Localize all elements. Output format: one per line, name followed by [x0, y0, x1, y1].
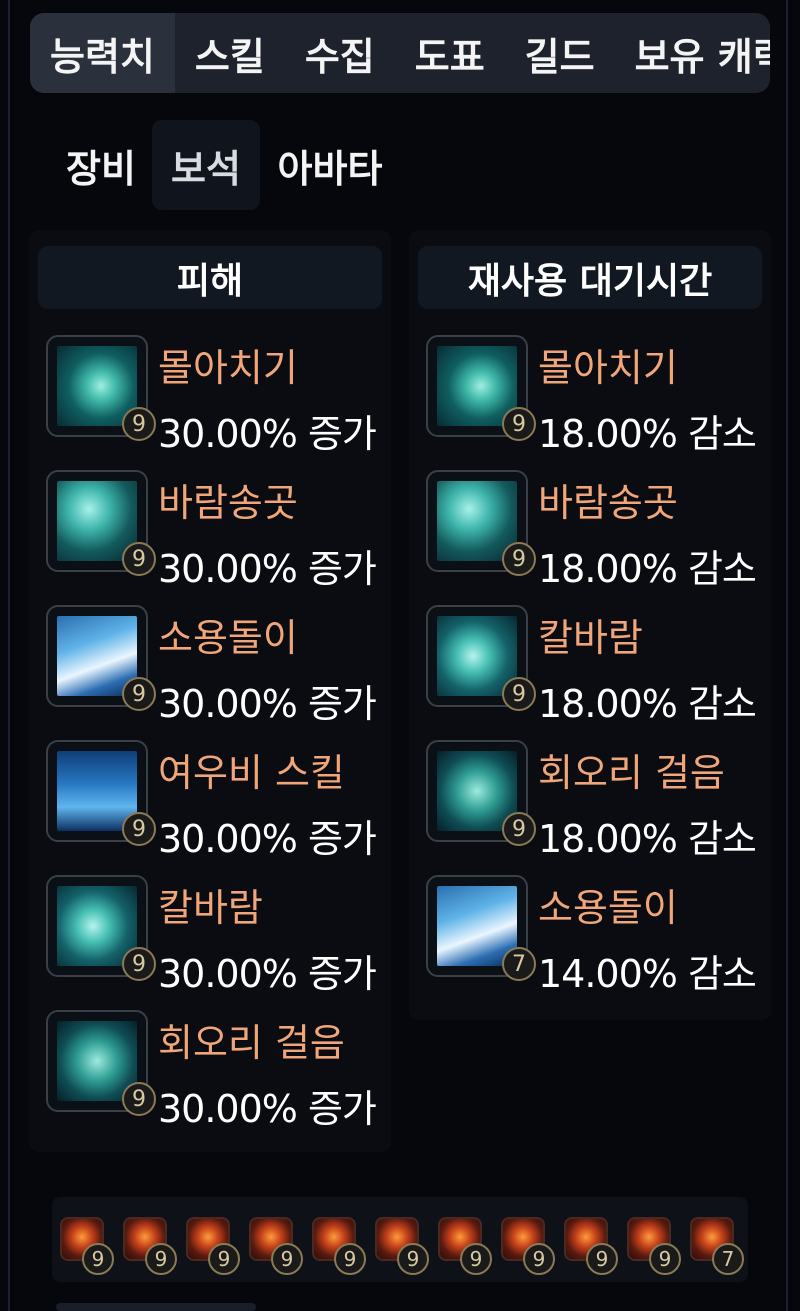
equipped-gem[interactable]: 7 [690, 1217, 744, 1277]
gem-skill-name: 회오리 걸음 [158, 1021, 345, 1065]
equipped-gem[interactable]: 9 [501, 1217, 555, 1277]
equipped-gem-strip: 99999999997 [52, 1197, 748, 1282]
gem-effect-value: 30.00% 증가 [158, 682, 377, 726]
gem-level-badge: 9 [122, 947, 156, 981]
cooldown-gem-panel: 재사용 대기시간 9 몰아치기 18.00% 감소 9 바람송곳 18.00% 감소 9 칼바… [409, 230, 771, 1020]
tab-skills[interactable]: 스킬 [175, 13, 285, 93]
equipped-gem[interactable]: 9 [375, 1217, 429, 1277]
cooldown-gem-row[interactable]: 7 소용돌이 14.00% 감소 [426, 875, 757, 996]
cooldown-panel-title: 재사용 대기시간 [418, 246, 762, 309]
gem-skill-name: 바람송곳 [158, 481, 298, 525]
gem-skill-name: 칼바람 [538, 616, 643, 660]
frame-border-left [8, 0, 10, 1311]
frame-border-right [786, 0, 788, 1311]
equipped-gem[interactable]: 9 [249, 1217, 303, 1277]
gem-effect-value: 18.00% 감소 [538, 817, 757, 861]
gem-effect-value: 18.00% 감소 [538, 547, 757, 591]
sub-tab-bar: 장비 보석 아바타 [50, 120, 400, 210]
gem-skill-name: 몰아치기 [538, 346, 678, 390]
damage-gem-row[interactable]: 9 바람송곳 30.00% 증가 [46, 470, 377, 591]
gem-skill-name: 회오리 걸음 [538, 751, 725, 795]
gem-effect-value: 30.00% 증가 [158, 1087, 377, 1131]
equipped-gem[interactable]: 9 [564, 1217, 618, 1277]
gem-level-badge: 9 [208, 1243, 240, 1275]
cooldown-gem-row[interactable]: 9 칼바람 18.00% 감소 [426, 605, 757, 726]
gem-effect-value: 18.00% 감소 [538, 682, 757, 726]
gem-level-badge: 9 [502, 542, 536, 576]
equipped-gem[interactable]: 9 [312, 1217, 366, 1277]
gem-level-badge: 9 [122, 812, 156, 846]
damage-panel-title: 피해 [38, 246, 382, 309]
tab-guild[interactable]: 길드 [505, 13, 615, 93]
gem-skill-name: 소용돌이 [538, 886, 678, 930]
gem-effect-value: 30.00% 증가 [158, 817, 377, 861]
damage-gem-row[interactable]: 9 소용돌이 30.00% 증가 [46, 605, 377, 726]
tab-owned-characters[interactable]: 보유 캐릭 [615, 13, 770, 93]
gem-level-badge: 9 [122, 407, 156, 441]
gem-level-badge: 9 [334, 1243, 366, 1275]
gem-level-badge: 9 [122, 542, 156, 576]
gem-level-badge: 9 [122, 677, 156, 711]
gem-effect-value: 30.00% 증가 [158, 952, 377, 996]
gem-level-badge: 7 [712, 1243, 744, 1275]
bottom-partial-element [56, 1303, 256, 1311]
damage-gem-row[interactable]: 9 회오리 걸음 30.00% 증가 [46, 1010, 377, 1131]
gem-level-badge: 9 [82, 1243, 114, 1275]
gem-skill-name: 여우비 스킬 [158, 751, 345, 795]
damage-gem-row[interactable]: 9 몰아치기 30.00% 증가 [46, 335, 377, 456]
gem-skill-name: 바람송곳 [538, 481, 678, 525]
gem-effect-value: 30.00% 증가 [158, 412, 377, 456]
equipped-gem[interactable]: 9 [438, 1217, 492, 1277]
gem-skill-name: 몰아치기 [158, 346, 298, 390]
subtab-equipment[interactable]: 장비 [50, 120, 152, 210]
gem-effect-value: 14.00% 감소 [538, 952, 757, 996]
damage-gem-panel: 피해 9 몰아치기 30.00% 증가 9 바람송곳 30.00% 증가 9 소용돌이 30.0… [29, 230, 391, 1152]
equipped-gem[interactable]: 9 [186, 1217, 240, 1277]
damage-gem-row[interactable]: 9 여우비 스킬 30.00% 증가 [46, 740, 377, 861]
subtab-avatar[interactable]: 아바타 [260, 120, 400, 210]
gem-skill-name: 칼바람 [158, 886, 263, 930]
subtab-gems[interactable]: 보석 [152, 120, 260, 210]
gem-level-badge: 7 [502, 947, 536, 981]
damage-gem-row[interactable]: 9 칼바람 30.00% 증가 [46, 875, 377, 996]
tab-stats[interactable]: 능력치 [30, 13, 175, 93]
gem-skill-name: 소용돌이 [158, 616, 298, 660]
cooldown-gem-row[interactable]: 9 회오리 걸음 18.00% 감소 [426, 740, 757, 861]
gem-level-badge: 9 [122, 1082, 156, 1116]
gem-level-badge: 9 [502, 812, 536, 846]
gem-level-badge: 9 [523, 1243, 555, 1275]
gem-level-badge: 9 [502, 407, 536, 441]
equipped-gem[interactable]: 9 [60, 1217, 114, 1277]
gem-level-badge: 9 [502, 677, 536, 711]
tab-collection[interactable]: 수집 [285, 13, 395, 93]
top-tab-bar: 능력치 스킬 수집 도표 길드 보유 캐릭 [30, 13, 770, 93]
gem-level-badge: 9 [397, 1243, 429, 1275]
equipped-gem[interactable]: 9 [627, 1217, 681, 1277]
equipped-gem[interactable]: 9 [123, 1217, 177, 1277]
gem-effect-value: 30.00% 증가 [158, 547, 377, 591]
tab-chart[interactable]: 도표 [395, 13, 505, 93]
gem-level-badge: 9 [460, 1243, 492, 1275]
gem-effect-value: 18.00% 감소 [538, 412, 757, 456]
gem-level-badge: 9 [145, 1243, 177, 1275]
cooldown-gem-row[interactable]: 9 바람송곳 18.00% 감소 [426, 470, 757, 591]
gem-level-badge: 9 [586, 1243, 618, 1275]
gem-level-badge: 9 [271, 1243, 303, 1275]
gem-level-badge: 9 [649, 1243, 681, 1275]
cooldown-gem-row[interactable]: 9 몰아치기 18.00% 감소 [426, 335, 757, 456]
